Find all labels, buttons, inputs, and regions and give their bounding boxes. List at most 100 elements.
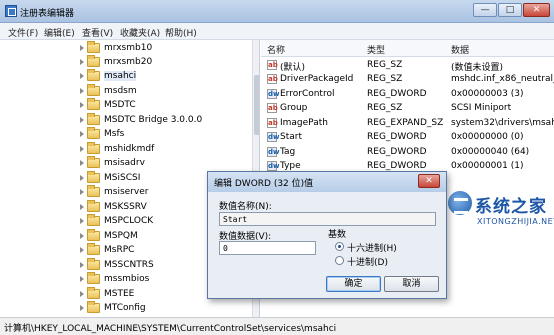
expand-arrow-icon[interactable] [80, 262, 84, 268]
registry-editor-icon [5, 5, 17, 17]
tree-item-mshidkmdf[interactable]: mshidkmdf [0, 142, 252, 157]
tree-scrollbar-thumb[interactable] [254, 75, 259, 135]
expand-arrow-icon[interactable] [80, 247, 84, 253]
folder-icon [87, 156, 100, 168]
column-header-data[interactable]: 数据 [451, 43, 469, 56]
tree-item-msisadrv[interactable]: msisadrv [0, 156, 252, 171]
expand-arrow-icon[interactable] [80, 45, 84, 51]
menu-view[interactable]: 查看(V) [82, 26, 113, 39]
window-title: 注册表编辑器 [20, 9, 75, 19]
expand-arrow-icon[interactable] [80, 189, 84, 195]
expand-arrow-icon[interactable] [80, 218, 84, 224]
value-row[interactable]: dw Tag REG_DWORD 0x00000040 (64) [261, 145, 554, 160]
tree-item-mtconfig[interactable]: MTConfig [0, 301, 252, 316]
dec-label[interactable]: 十进制(D) [347, 255, 388, 268]
folder-icon [87, 69, 100, 81]
folder-icon [87, 272, 100, 284]
folder-icon [87, 171, 100, 183]
title-bar: 注册表编辑器 — □ ✕ [0, 0, 554, 23]
value-row[interactable]: dw ErrorControl REG_DWORD 0x00000003 (3) [261, 87, 554, 102]
expand-arrow-icon[interactable] [80, 276, 84, 282]
dialog-title-bar: 编辑 DWORD (32 位)值 ✕ [208, 172, 446, 192]
folder-icon [87, 41, 100, 53]
value-row[interactable]: dw Start REG_DWORD 0x00000000 (0) [261, 130, 554, 145]
dword-value-icon: dw [267, 132, 280, 142]
list-header: 名称 类型 数据 [261, 40, 554, 57]
folder-icon [87, 200, 100, 212]
expand-arrow-icon[interactable] [80, 233, 84, 239]
value-data-field[interactable]: 0 [219, 241, 316, 255]
expand-arrow-icon[interactable] [80, 88, 84, 94]
dword-value-icon: dw [267, 161, 280, 171]
value-row[interactable]: ab (默认) REG_SZ (数值未设置) [261, 58, 554, 73]
folder-icon [87, 113, 100, 125]
dword-value-icon: dw [267, 147, 280, 157]
expand-arrow-icon[interactable] [80, 102, 84, 108]
tree-item-msdsm[interactable]: msdsm [0, 84, 252, 99]
folder-icon [87, 84, 100, 96]
tree-item-msfs[interactable]: Msfs [0, 127, 252, 142]
folder-icon [87, 142, 100, 154]
expand-arrow-icon[interactable] [80, 160, 84, 166]
folder-icon [87, 185, 100, 197]
string-value-icon: ab [267, 103, 278, 113]
base-label: 基数 [328, 230, 347, 240]
menu-bar: 文件(F) 编辑(E) 查看(V) 收藏夹(A) 帮助(H) [0, 23, 554, 40]
tree-item-msdtc[interactable]: MSDTC [0, 98, 252, 113]
minimize-button[interactable]: — [473, 3, 497, 17]
base-group: 基数 十六进制(H) 十进制(D) [325, 227, 436, 269]
edit-dword-dialog: 编辑 DWORD (32 位)值 ✕ 数值名称(N): Start 数值数据(V… [207, 171, 447, 299]
menu-edit[interactable]: 编辑(E) [44, 26, 75, 39]
hex-label[interactable]: 十六进制(H) [347, 241, 397, 254]
string-value-icon: ab [267, 118, 278, 128]
value-row[interactable]: ab DriverPackageId REG_SZ mshdc.inf_x86_neu… [261, 72, 554, 87]
string-value-icon: ab [267, 74, 278, 84]
tree-item-mrxsmb20[interactable]: mrxsmb20 [0, 55, 252, 70]
column-header-type[interactable]: 类型 [367, 43, 385, 56]
cancel-button[interactable]: 取消 [384, 276, 439, 292]
tree-item-msdtc-bridge[interactable]: MSDTC Bridge 3.0.0.0 [0, 113, 252, 128]
folder-icon [87, 214, 100, 226]
string-value-icon: ab [267, 60, 278, 70]
watermark: 系统之家 XITONGZHIJIA.NET [447, 188, 554, 246]
tree-item-msahci[interactable]: msahci [0, 69, 252, 84]
ok-button[interactable]: 确定 [326, 276, 381, 292]
expand-arrow-icon[interactable] [80, 146, 84, 152]
watermark-name: 系统之家 [475, 197, 547, 217]
expand-arrow-icon[interactable] [80, 175, 84, 181]
tree-item-mrxsmb10[interactable]: mrxsmb10 [0, 41, 252, 56]
close-button[interactable]: ✕ [523, 3, 550, 17]
registry-editor-window: 注册表编辑器 — □ ✕ 文件(F) 编辑(E) 查看(V) 收藏夹(A) 帮助… [0, 0, 554, 335]
folder-icon [87, 98, 100, 110]
hex-radio[interactable] [335, 242, 344, 251]
dword-value-icon: dw [267, 89, 280, 99]
expand-arrow-icon[interactable] [80, 117, 84, 123]
folder-icon [87, 229, 100, 241]
status-bar: 计算机\HKEY_LOCAL_MACHINE\SYSTEM\CurrentCon… [0, 317, 554, 335]
dialog-title: 编辑 DWORD (32 位)值 [214, 179, 314, 189]
expand-arrow-icon[interactable] [80, 59, 84, 65]
value-name-field[interactable]: Start [219, 212, 436, 226]
value-row[interactable]: ab Group REG_SZ SCSI Miniport [261, 101, 554, 116]
folder-icon [87, 301, 100, 313]
folder-icon [87, 127, 100, 139]
expand-arrow-icon[interactable] [80, 131, 84, 137]
dialog-close-button[interactable]: ✕ [418, 174, 440, 188]
expand-arrow-icon[interactable] [80, 73, 84, 79]
menu-help[interactable]: 帮助(H) [165, 26, 197, 39]
dec-radio[interactable] [335, 256, 344, 265]
folder-icon [87, 287, 100, 299]
value-name-label: 数值名称(N): [219, 202, 272, 212]
value-row[interactable]: ab ImagePath REG_EXPAND_SZ system32\drivers… [261, 116, 554, 131]
expand-arrow-icon[interactable] [80, 291, 84, 297]
expand-arrow-icon[interactable] [80, 305, 84, 311]
column-header-name[interactable]: 名称 [267, 43, 285, 56]
menu-file[interactable]: 文件(F) [8, 26, 38, 39]
menu-favorites[interactable]: 收藏夹(A) [120, 26, 160, 39]
expand-arrow-icon[interactable] [80, 204, 84, 210]
folder-icon [87, 258, 100, 270]
maximize-button[interactable]: □ [498, 3, 522, 17]
folder-icon [87, 55, 100, 67]
watermark-subtitle: XITONGZHIJIA.NET [477, 217, 554, 226]
watermark-logo-icon [447, 190, 473, 216]
